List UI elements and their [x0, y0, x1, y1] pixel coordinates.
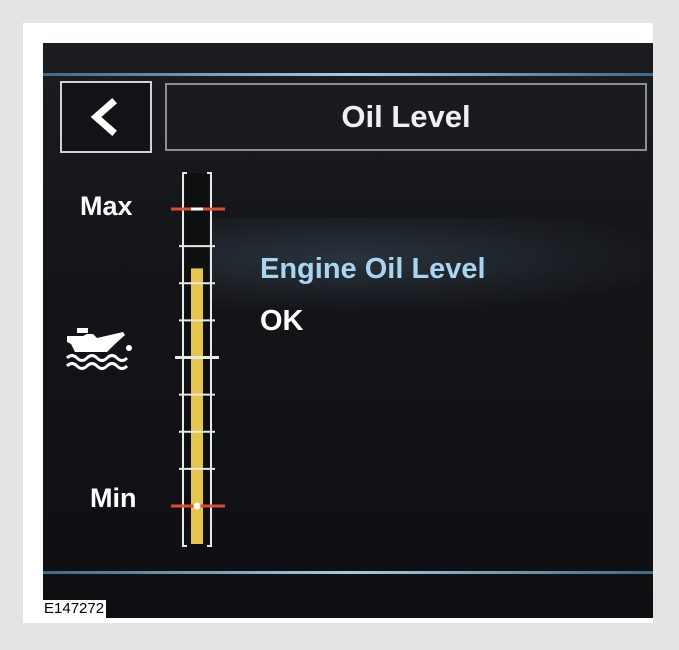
oil-level-gauge	[171, 172, 225, 547]
figure-id-label: E147272	[42, 600, 107, 618]
page-title: Oil Level	[165, 83, 647, 151]
chevron-left-icon	[90, 98, 117, 136]
min-label: Min	[90, 483, 137, 513]
min-marker-dot	[193, 502, 201, 510]
display-screen: Oil Level Max Min Engine Oil Level OK	[43, 43, 653, 618]
top-divider	[43, 73, 653, 76]
bottom-divider	[43, 571, 653, 574]
oil-can-icon	[65, 328, 132, 370]
back-button[interactable]	[60, 81, 152, 153]
engine-oil-level-status: OK	[260, 305, 304, 337]
max-label: Max	[80, 191, 133, 221]
engine-oil-level-label: Engine Oil Level	[260, 253, 486, 285]
